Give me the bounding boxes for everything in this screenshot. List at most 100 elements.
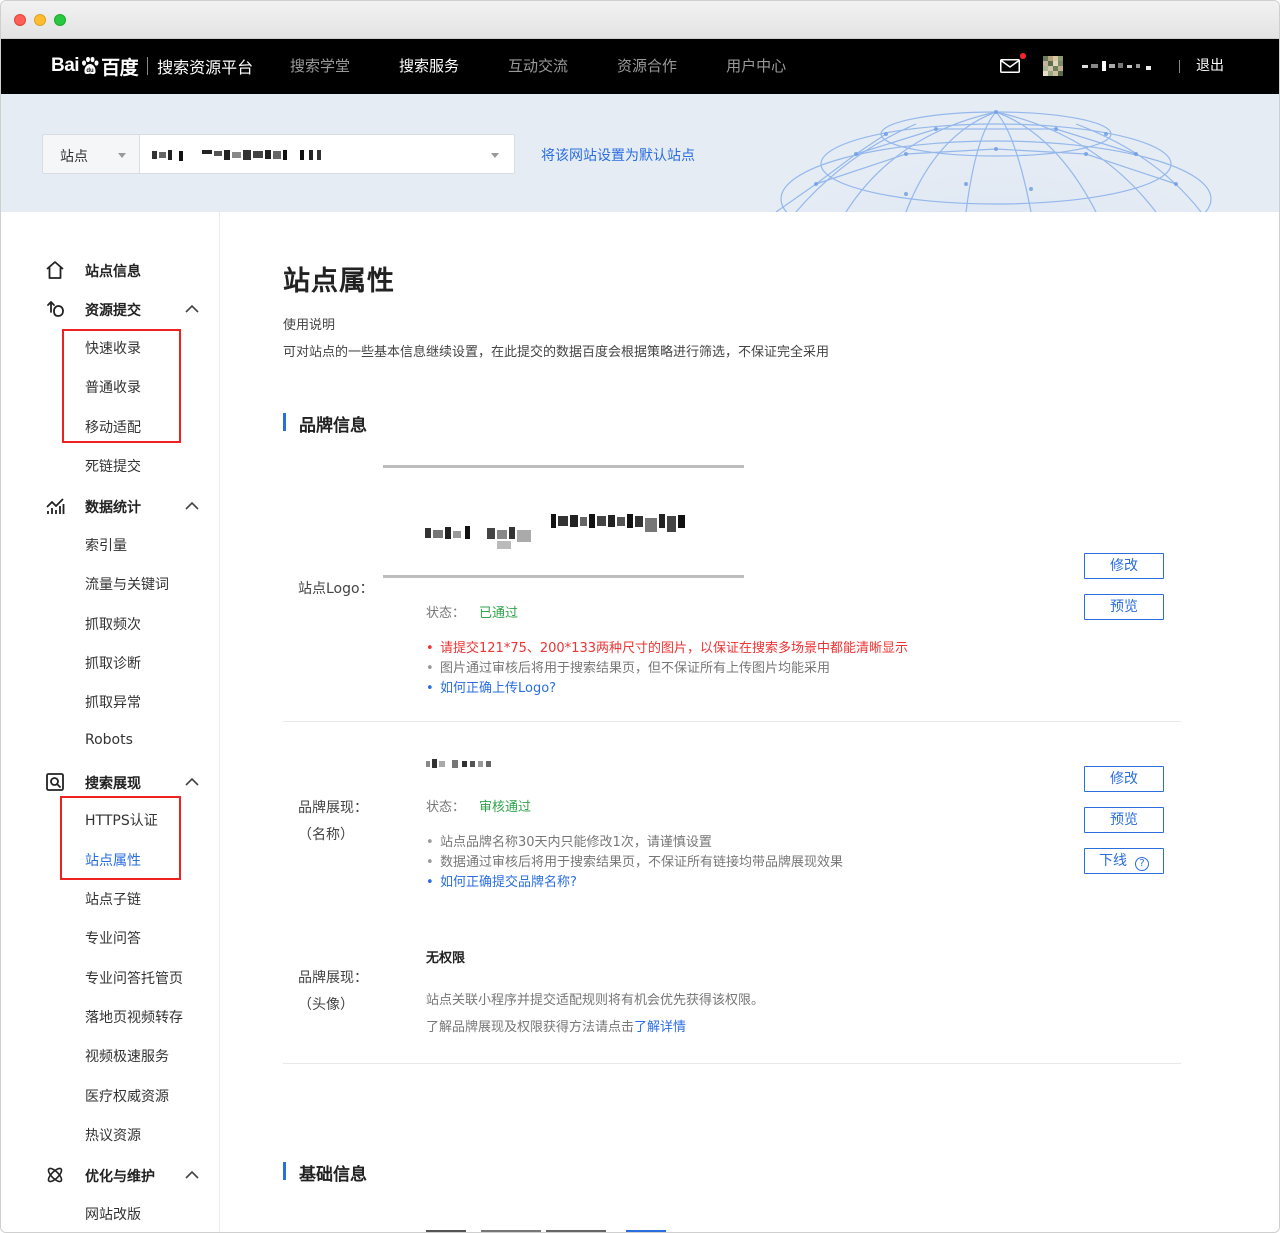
sidebar-item-trending-resources[interactable]: 热议资源: [85, 1125, 141, 1145]
notification-dot: [1020, 53, 1026, 59]
submit-icon: [47, 301, 64, 317]
sidebar-item-robots[interactable]: Robots: [85, 732, 133, 748]
divider: [283, 721, 1181, 722]
avatar[interactable]: [1043, 56, 1063, 76]
brand-avatar-sublabel: （头像）: [298, 994, 354, 1014]
status-value: 审核通过: [479, 800, 532, 815]
main-nav: 搜索学堂 搜索服务 互动交流 资源合作 用户中心: [290, 39, 835, 94]
sidebar-group-label: 搜索展现: [85, 776, 141, 792]
logo-usage-note: 图片通过审核后将用于搜索结果页，但不保证所有上传图片均能采用: [426, 659, 908, 679]
baidu-logo[interactable]: Bai du 百度 搜索资源平台: [51, 52, 253, 80]
permission-details-prefix: 了解品牌展现及权限获得方法请点击: [426, 1020, 635, 1035]
sidebar-item-crawl-diagnosis[interactable]: 抓取诊断: [85, 653, 141, 673]
sidebar-item-traffic-keywords[interactable]: 流量与关键词: [85, 574, 169, 594]
divider: [283, 1063, 1181, 1064]
sidebar-item-medical-resources[interactable]: 医疗权威资源: [85, 1086, 169, 1106]
sidebar-item-crawl-frequency[interactable]: 抓取频次: [85, 614, 141, 634]
status-label: 状态：: [426, 606, 466, 621]
stats-icon: [46, 498, 65, 514]
brand-section-title: 品牌信息: [283, 411, 367, 436]
chevron-up-icon: [185, 777, 199, 786]
username-redacted[interactable]: [1082, 58, 1154, 74]
minimize-window-button[interactable]: [34, 14, 46, 26]
brand-name-label-line2: （名称）: [298, 827, 354, 843]
brand-avatar-label-line1: 品牌展现：: [298, 970, 368, 986]
sidebar-item-expert-qa[interactable]: 专业问答: [85, 928, 141, 948]
sidebar-group-optimize[interactable]: 优化与维护: [1, 1161, 220, 1189]
sidebar-group-resource-submit[interactable]: 资源提交: [1, 295, 220, 323]
nav-item-0[interactable]: 搜索学堂: [290, 39, 350, 94]
sidebar-item-sitelinks[interactable]: 站点子链: [85, 889, 141, 909]
permission-description: 站点关联小程序并提交适配规则将有机会优先获得该权限。: [426, 993, 765, 1008]
preview-logo-button[interactable]: 预览: [1084, 594, 1164, 620]
sidebar-group-label: 站点信息: [85, 264, 141, 280]
chevron-up-icon: [185, 501, 199, 510]
edit-brand-name-button[interactable]: 修改: [1084, 766, 1164, 792]
globe-decoration: [766, 94, 1226, 212]
sidebar-group-site-info[interactable]: 站点信息: [1, 256, 220, 284]
brand-name-notes: 站点品牌名称30天内只能修改1次，请谨慎设置 数据通过审核后将用于搜索结果页，不…: [426, 833, 843, 893]
permission-details: 了解品牌展现及权限获得方法请点击了解详情: [426, 1016, 686, 1035]
chevron-down-icon: [491, 153, 499, 158]
offline-label: 下线: [1099, 853, 1127, 869]
sidebar-item-crawl-errors[interactable]: 抓取异常: [85, 692, 141, 712]
brand-name-label-line1: 品牌展现：: [298, 800, 368, 816]
mail-icon[interactable]: [1000, 59, 1020, 73]
nav-item-1[interactable]: 搜索服务: [399, 39, 459, 94]
sidebar-item-index-volume[interactable]: 索引量: [85, 535, 127, 555]
logout-link[interactable]: 退出: [1196, 39, 1224, 94]
site-banner: 站点 将该网站设置为默认站点: [1, 94, 1279, 212]
status-value: 已通过: [479, 606, 519, 621]
nav-divider: [1179, 60, 1180, 73]
chevron-up-icon: [185, 304, 199, 313]
no-permission-text: 无权限: [426, 951, 466, 966]
help-icon[interactable]: ?: [1135, 857, 1149, 871]
brand-name-help-link[interactable]: 如何正确提交品牌名称?: [426, 873, 843, 893]
site-type-label: 站点: [60, 149, 88, 165]
sidebar-group-label: 资源提交: [85, 303, 141, 319]
logo-brand-tail: 百度: [101, 57, 139, 79]
brand-name-label: 品牌展现：: [298, 797, 368, 817]
learn-more-link[interactable]: 了解详情: [634, 1020, 686, 1035]
sidebar-item-deadlink[interactable]: 死链提交: [85, 456, 141, 476]
brand-name-redacted: [426, 759, 491, 768]
site-logo-preview: [383, 465, 744, 578]
site-url-select[interactable]: [139, 134, 515, 174]
site-url-redacted: [152, 150, 321, 161]
browser-window: Bai du 百度 搜索资源平台 搜索学堂 搜索服务 互动交流 资源合作 用户中心: [0, 0, 1280, 1233]
status-label: 状态：: [426, 800, 466, 815]
brand-name-status: 状态： 审核通过: [426, 796, 531, 815]
logo-help-link[interactable]: 如何正确上传Logo?: [426, 679, 908, 699]
search-display-icon: [46, 773, 64, 791]
nav-item-3[interactable]: 资源合作: [617, 39, 677, 94]
sidebar-group-label: 优化与维护: [85, 1169, 155, 1185]
logo-brand: Bai: [51, 55, 80, 76]
offline-brand-name-button[interactable]: 下线?: [1084, 848, 1164, 874]
preview-brand-name-button[interactable]: 预览: [1084, 807, 1164, 833]
logo-image-redacted: [425, 514, 685, 549]
close-window-button[interactable]: [14, 14, 26, 26]
edit-logo-button[interactable]: 修改: [1084, 553, 1164, 579]
nav-item-4[interactable]: 用户中心: [726, 39, 786, 94]
highlight-box: [62, 329, 181, 443]
sidebar-group-data-stats[interactable]: 数据统计: [1, 492, 220, 520]
sidebar-group-search-display[interactable]: 搜索展现: [1, 768, 220, 796]
logo-status: 状态： 已通过: [426, 602, 518, 621]
highlight-box: [60, 796, 181, 880]
sidebar-item-expert-qa-hosted[interactable]: 专业问答托管页: [85, 968, 183, 988]
nav-item-2[interactable]: 互动交流: [508, 39, 568, 94]
site-type-select[interactable]: 站点: [42, 134, 140, 174]
sidebar-item-video-transfer[interactable]: 落地页视频转存: [85, 1007, 183, 1027]
svg-text:du: du: [86, 68, 94, 74]
paw-icon: du: [82, 56, 99, 75]
set-default-site-link[interactable]: 将该网站设置为默认站点: [541, 145, 695, 165]
sidebar-item-video-fast-service[interactable]: 视频极速服务: [85, 1046, 169, 1066]
window-titlebar: [1, 1, 1279, 39]
zoom-window-button[interactable]: [54, 14, 66, 26]
top-navigation: Bai du 百度 搜索资源平台 搜索学堂 搜索服务 互动交流 资源合作 用户中心: [1, 39, 1279, 94]
usage-description: 可对站点的一些基本信息继续设置，在此提交的数据百度会根据策略进行筛选，不保证完全…: [283, 345, 830, 360]
main-content: 站点属性 使用说明 可对站点的一些基本信息继续设置，在此提交的数据百度会根据策略…: [221, 212, 1279, 1232]
chevron-down-icon: [118, 153, 126, 158]
sidebar-item-site-revision[interactable]: 网站改版: [85, 1204, 141, 1224]
sidebar-group-label: 数据统计: [85, 500, 141, 516]
